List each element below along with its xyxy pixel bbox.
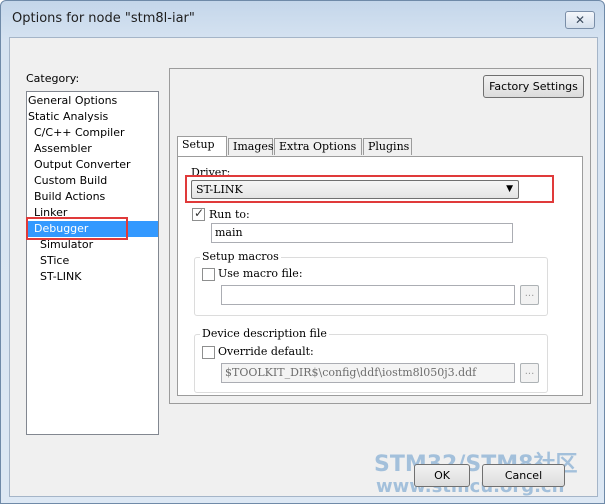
driver-highlight-box	[185, 175, 554, 203]
device-description-title: Device description file	[200, 327, 329, 340]
window-title: Options for node "stm8l-iar"	[12, 11, 195, 26]
debugger-highlight-box	[26, 217, 128, 240]
override-default-label: Override default:	[218, 345, 314, 358]
cancel-button[interactable]: Cancel	[482, 464, 565, 487]
run-to-label: Run to:	[209, 208, 250, 221]
ok-button[interactable]: OK	[414, 464, 470, 487]
tab-images[interactable]: Images	[228, 138, 274, 155]
tab-plugins[interactable]: Plugins	[363, 138, 412, 155]
category-item-st-link[interactable]: ST-LINK	[40, 269, 81, 285]
category-list[interactable]: General Options Static Analysis C/C++ Co…	[26, 91, 159, 435]
device-description-browse-button[interactable]: ...	[520, 363, 539, 383]
dialog-client-area: Category: General Options Static Analysi…	[9, 37, 598, 497]
macro-browse-button[interactable]: ...	[520, 285, 539, 305]
category-item-c-cpp-compiler[interactable]: C/C++ Compiler	[34, 125, 125, 141]
tab-extra-options[interactable]: Extra Options	[274, 138, 362, 155]
setup-macros-group: Setup macros Use macro file: ...	[194, 250, 548, 316]
factory-settings-button[interactable]: Factory Settings	[483, 75, 584, 98]
run-to-checkbox[interactable]	[192, 206, 205, 221]
run-to-input[interactable]: main	[211, 223, 513, 243]
close-button[interactable]: ✕	[565, 11, 595, 29]
category-item-stice[interactable]: STice	[40, 253, 69, 269]
options-dialog: Options for node "stm8l-iar" ✕ Category:…	[0, 0, 605, 504]
category-item-build-actions[interactable]: Build Actions	[34, 189, 105, 205]
category-item-general-options[interactable]: General Options	[28, 93, 117, 109]
category-item-output-converter[interactable]: Output Converter	[34, 157, 131, 173]
device-description-input[interactable]: $TOOLKIT_DIR$\config\ddf\iostm8l050j3.dd…	[221, 363, 515, 383]
category-label: Category:	[26, 72, 80, 85]
close-icon: ✕	[574, 13, 586, 27]
use-macro-file-label: Use macro file:	[218, 267, 303, 280]
device-description-group: Device description file Override default…	[194, 327, 548, 393]
options-panel: Factory Settings Setup Images Extra Opti…	[169, 68, 591, 404]
tab-setup[interactable]: Setup	[177, 136, 227, 156]
category-item-custom-build[interactable]: Custom Build	[34, 173, 107, 189]
macro-file-input[interactable]	[221, 285, 515, 305]
category-item-static-analysis[interactable]: Static Analysis	[28, 109, 108, 125]
setup-macros-title: Setup macros	[200, 250, 281, 263]
override-default-checkbox[interactable]	[202, 346, 215, 359]
title-bar: Options for node "stm8l-iar" ✕	[1, 1, 604, 37]
use-macro-file-checkbox[interactable]	[202, 268, 215, 281]
category-item-assembler[interactable]: Assembler	[34, 141, 92, 157]
